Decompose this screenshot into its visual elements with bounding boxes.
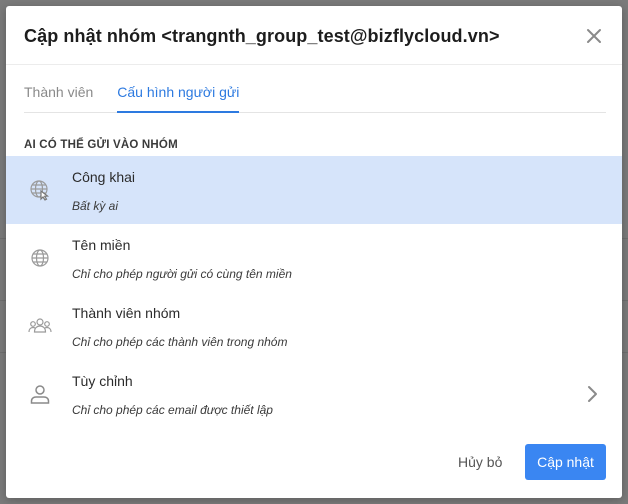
tab-sender-config[interactable]: Cấu hình người gửi	[117, 84, 240, 113]
option-public[interactable]: Công khai Bất kỳ ai	[6, 156, 622, 224]
update-group-modal: Cập nhật nhóm <trangnth_group_test@bizfl…	[6, 6, 622, 498]
tab-bar: Thành viên Cấu hình người gửi	[24, 84, 606, 113]
option-custom[interactable]: Tùy chỉnh Chỉ cho phép các email được th…	[6, 360, 622, 428]
users-group-icon	[28, 314, 52, 338]
sender-options-list: Công khai Bất kỳ ai Tên miền Chỉ cho phé…	[6, 156, 622, 428]
option-title: Thành viên nhóm	[72, 305, 181, 321]
close-icon	[587, 29, 601, 43]
option-title: Tùy chỉnh	[72, 373, 133, 389]
globe-cursor-icon	[28, 178, 52, 202]
globe-icon	[28, 246, 52, 270]
option-title: Tên miền	[72, 237, 131, 253]
user-icon	[28, 382, 52, 406]
close-button[interactable]	[582, 24, 606, 48]
option-title: Công khai	[72, 169, 136, 185]
modal-title: Cập nhật nhóm <trangnth_group_test@bizfl…	[24, 26, 500, 46]
modal-header: Cập nhật nhóm <trangnth_group_test@bizfl…	[6, 6, 622, 65]
option-description: Chỉ cho phép người gửi có cùng tên miền	[72, 267, 292, 281]
section-label: AI CÓ THỂ GỬI VÀO NHÓM	[24, 139, 178, 151]
cancel-button[interactable]: Hủy bỏ	[444, 444, 516, 480]
option-group-members[interactable]: Thành viên nhóm Chỉ cho phép các thành v…	[6, 292, 622, 360]
chevron-right-icon[interactable]	[584, 384, 600, 404]
update-button[interactable]: Cập nhật	[525, 444, 606, 480]
tab-members[interactable]: Thành viên	[24, 84, 93, 112]
option-description: Chỉ cho phép các thành viên trong nhóm	[72, 335, 288, 349]
option-description: Bất kỳ ai	[72, 199, 119, 213]
option-domain[interactable]: Tên miền Chỉ cho phép người gửi có cùng …	[6, 224, 622, 292]
option-description: Chỉ cho phép các email được thiết lập	[72, 403, 273, 417]
